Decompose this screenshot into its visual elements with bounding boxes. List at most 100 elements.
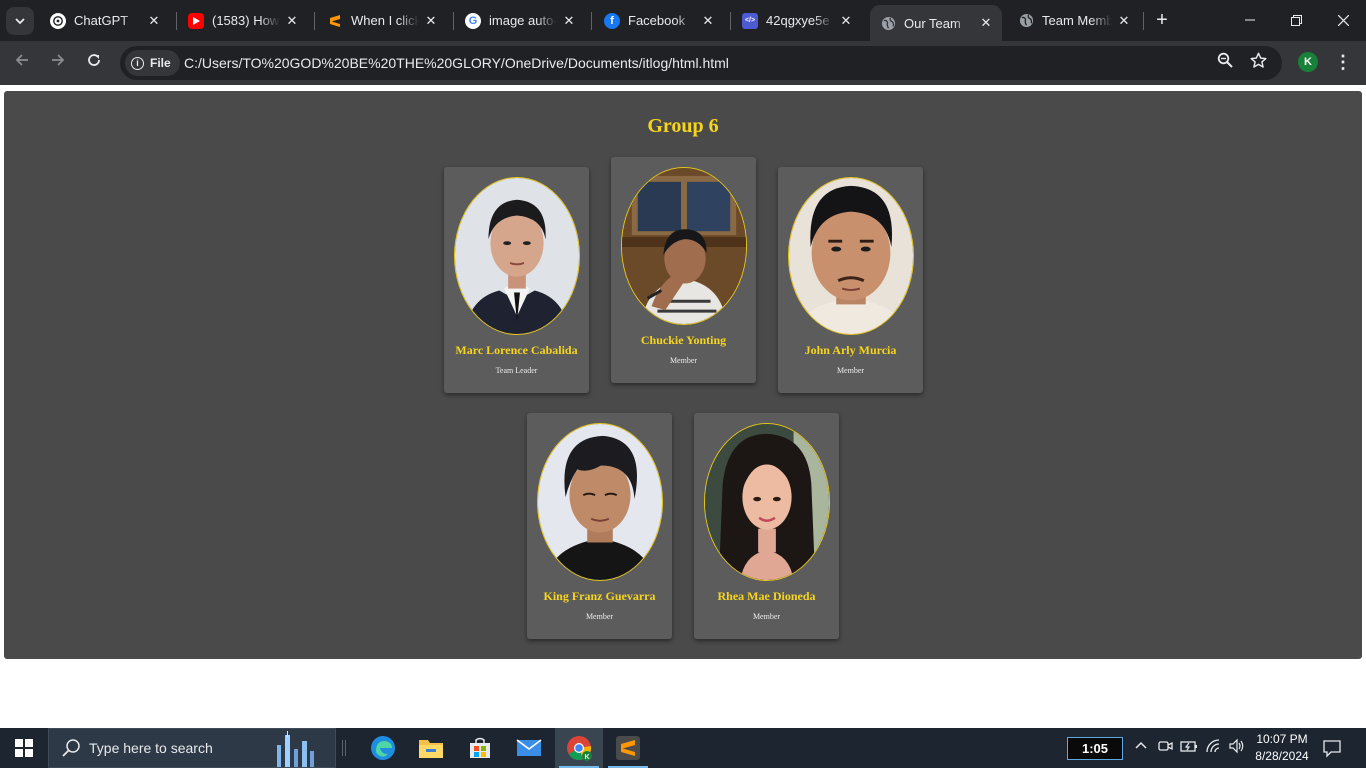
store-icon <box>470 737 490 758</box>
profile-avatar[interactable]: K <box>1298 52 1318 72</box>
globe-icon <box>880 15 896 31</box>
member-role: Member <box>752 612 781 621</box>
tab-google[interactable]: G image auto- ✕ <box>455 5 585 36</box>
system-clock[interactable]: 10:07 PM 8/28/2024 <box>1250 731 1314 765</box>
zoom-icon[interactable] <box>1214 52 1236 74</box>
close-icon[interactable]: ✕ <box>284 13 300 29</box>
member-name: Marc Lorence Cabalida <box>455 343 578 357</box>
back-button[interactable] <box>8 49 36 77</box>
tab-strip: ChatGPT ✕ (1583) How T ✕ When I click ✕ … <box>0 0 1366 41</box>
member-card: Rhea Mae Dioneda Member <box>694 413 839 639</box>
member-name: Chuckie Yonting <box>640 333 727 347</box>
timer-widget[interactable]: 1:05 <box>1067 737 1123 760</box>
close-icon[interactable]: ✕ <box>146 13 162 29</box>
notification-icon[interactable] <box>1322 738 1342 758</box>
taskbar: Type here to search K 1:05 10:07 PM 8/28… <box>0 728 1366 768</box>
volume-icon[interactable] <box>1227 738 1247 758</box>
chrome-icon: K <box>567 736 592 761</box>
close-icon[interactable]: ✕ <box>700 13 716 29</box>
bookmark-star-icon[interactable] <box>1247 52 1269 74</box>
taskbar-divider <box>342 740 346 756</box>
globe-icon <box>1018 13 1034 29</box>
reload-button[interactable] <box>80 49 108 77</box>
member-role: Member <box>585 612 614 621</box>
close-icon[interactable]: ✕ <box>1116 13 1132 29</box>
meet-now-icon[interactable] <box>1155 738 1175 758</box>
tab-chatgpt[interactable]: ChatGPT ✕ <box>40 5 170 36</box>
member-card: Chuckie Yonting Member <box>611 157 756 383</box>
taskbar-mail[interactable] <box>505 728 553 768</box>
tab-team-members[interactable]: Team Memb ✕ <box>1008 5 1140 36</box>
google-icon: G <box>465 12 481 29</box>
tab-separator <box>176 12 177 30</box>
member-photo <box>537 423 663 581</box>
tab-search-button[interactable] <box>6 7 34 35</box>
tab-title: Our Team <box>904 15 961 31</box>
search-icon <box>61 738 81 758</box>
svg-text:K: K <box>584 754 589 761</box>
member-name: King Franz Guevarra <box>543 589 656 603</box>
tab-separator <box>730 12 731 30</box>
member-card: King Franz Guevarra Member <box>527 413 672 639</box>
new-tab-button[interactable]: + <box>1150 8 1174 32</box>
sublime-icon <box>327 13 343 29</box>
member-name: Rhea Mae Dioneda <box>717 589 816 603</box>
tab-separator <box>453 12 454 30</box>
member-photo <box>621 167 747 325</box>
site-info-chip[interactable]: i File <box>125 50 180 76</box>
taskbar-search[interactable]: Type here to search <box>48 728 336 768</box>
minimize-icon <box>1245 19 1255 21</box>
site-info-label: File <box>150 56 171 70</box>
address-bar[interactable]: i File C:/Users/TO%20GOD%20BE%20THE%20GL… <box>120 46 1282 80</box>
mail-icon <box>516 739 542 756</box>
tab-sublime[interactable]: When I click ✕ <box>317 5 447 36</box>
folder-icon <box>419 740 443 758</box>
reload-icon <box>88 54 100 66</box>
chevron-up-icon[interactable] <box>1131 738 1151 758</box>
taskbar-sublime-text[interactable] <box>604 728 652 768</box>
browser-toolbar: i File C:/Users/TO%20GOD%20BE%20THE%20GL… <box>0 41 1366 85</box>
tab-title: image auto- <box>489 13 557 28</box>
start-button[interactable] <box>0 728 48 768</box>
minimize-button[interactable] <box>1227 0 1273 40</box>
battery-icon[interactable] <box>1179 738 1199 758</box>
wifi-icon[interactable] <box>1203 738 1223 758</box>
code-icon: </> <box>742 12 758 29</box>
member-card: Marc Lorence Cabalida Team Leader <box>444 167 589 393</box>
tab-our-team[interactable]: Our Team ✕ <box>870 5 1002 41</box>
taskbar-edge[interactable] <box>359 728 407 768</box>
member-role: Team Leader <box>495 366 538 375</box>
edge-icon <box>371 736 395 760</box>
tab-code[interactable]: </> 42qgxye5e - ✕ <box>732 5 862 36</box>
menu-dots-icon[interactable]: ⋮ <box>1333 50 1353 74</box>
forward-button[interactable] <box>44 49 72 77</box>
arrow-right-icon <box>52 54 65 66</box>
close-icon[interactable]: ✕ <box>561 13 577 29</box>
close-window-button[interactable] <box>1320 0 1366 40</box>
search-placeholder: Type here to search <box>89 740 213 756</box>
member-card: John Arly Murcia Member <box>778 167 923 393</box>
close-icon[interactable]: ✕ <box>423 13 439 29</box>
taskbar-store[interactable] <box>456 728 504 768</box>
close-icon[interactable]: ✕ <box>838 13 854 29</box>
taskbar-chrome[interactable]: K <box>555 728 603 768</box>
url-text[interactable]: C:/Users/TO%20GOD%20BE%20THE%20GLORY/One… <box>184 55 729 71</box>
arrow-left-icon <box>15 54 28 66</box>
city-skyline-icon <box>273 731 317 770</box>
member-photo <box>788 177 914 335</box>
tab-facebook[interactable]: f Facebook ✕ <box>594 5 724 36</box>
taskbar-file-explorer[interactable] <box>407 728 455 768</box>
close-icon[interactable]: ✕ <box>978 15 994 31</box>
tab-title: 42qgxye5e - <box>766 13 834 28</box>
chatgpt-icon <box>50 12 66 29</box>
member-photo <box>454 177 580 335</box>
tab-youtube[interactable]: (1583) How T ✕ <box>178 5 308 36</box>
team-panel: Group 6 Marc Lorence Cabalida Team Leade… <box>4 91 1362 659</box>
tab-title: Team Memb <box>1042 13 1112 28</box>
member-role: Member <box>669 356 698 365</box>
tab-title: (1583) How T <box>212 13 280 28</box>
restore-button[interactable] <box>1273 0 1319 40</box>
page-viewport: Group 6 Marc Lorence Cabalida Team Leade… <box>0 85 1366 728</box>
chevron-down-icon <box>15 18 25 25</box>
member-name: John Arly Murcia <box>804 343 897 357</box>
